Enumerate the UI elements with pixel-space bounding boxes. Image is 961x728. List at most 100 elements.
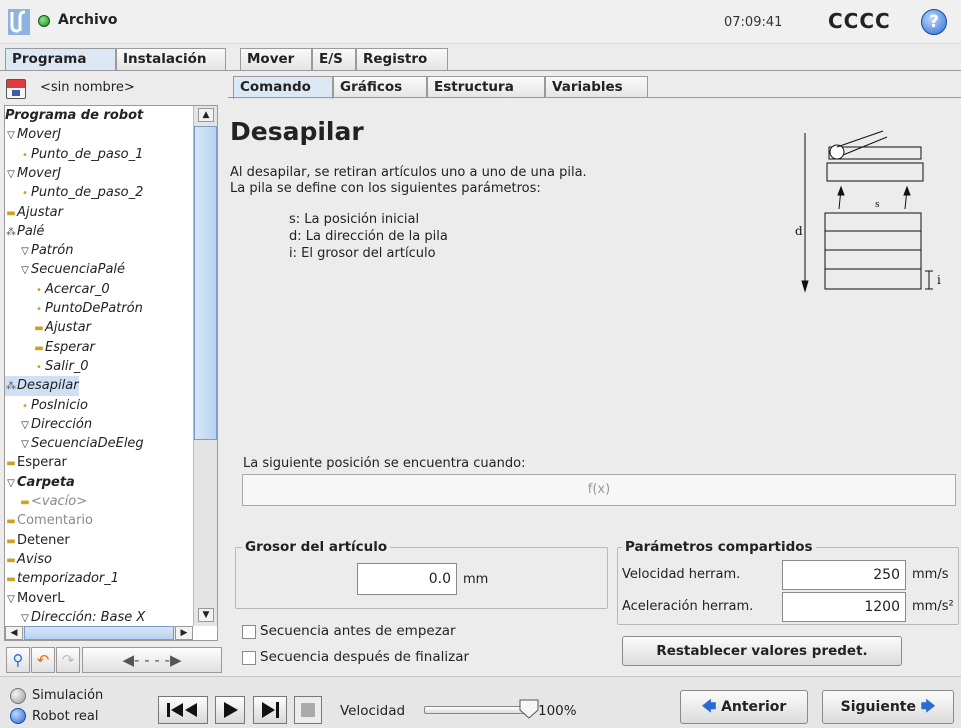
tree-node[interactable]: ▬Esperar	[33, 338, 95, 358]
tree-node[interactable]: • PuntoDePatrón	[33, 299, 143, 319]
simulation-radio[interactable]	[10, 688, 26, 704]
tab-variables[interactable]: Variables	[545, 76, 648, 98]
tree-node[interactable]: ▽ Carpeta	[5, 473, 75, 493]
file-menu[interactable]: Archivo	[58, 12, 118, 28]
sequence-after-label: Secuencia después de finalizar	[260, 649, 470, 665]
tree-node-icon: •	[36, 304, 42, 315]
accel-label: Aceleración herram.	[622, 599, 754, 614]
shared-params-title: Parámetros compartidos	[622, 539, 816, 555]
save-icon[interactable]	[6, 79, 26, 99]
sequence-after-checkbox[interactable]	[242, 651, 256, 665]
tab-mover[interactable]: Mover	[240, 48, 312, 70]
tree-node-icon: ▽	[21, 265, 29, 277]
next-position-label: La siguiente posición se encuentra cuand…	[243, 456, 526, 471]
tree-node[interactable]: ▬Ajustar	[5, 203, 63, 223]
tree-node-label: SecuenciaPalé	[31, 262, 126, 278]
tree-node-label: Esperar	[17, 455, 67, 471]
tab-es[interactable]: E/S	[312, 48, 356, 70]
move-node-icon[interactable]: ◀- - - -▶	[82, 647, 222, 673]
tree-node[interactable]: ⁂Palé	[5, 222, 44, 242]
tree-node-icon: ▬	[34, 342, 44, 354]
tree-node-icon: ▬	[6, 535, 16, 547]
help-button[interactable]: ?	[921, 9, 947, 35]
tree-node[interactable]: ⁂Desapilar	[5, 376, 79, 397]
tree-node[interactable]: ▬Ajustar	[33, 318, 91, 338]
scroll-right-icon[interactable]: ▶	[175, 626, 193, 640]
tree-node-icon: ▽	[7, 130, 15, 142]
stop-button[interactable]	[294, 696, 322, 724]
tree-node[interactable]: • Punto_de_paso_2	[19, 183, 143, 203]
accel-input[interactable]: 1200	[782, 592, 906, 622]
scroll-up-icon[interactable]: ▲	[198, 108, 214, 122]
speed-slider-label: Velocidad	[340, 703, 406, 719]
tree-node-icon: •	[22, 400, 28, 412]
stop-icon	[301, 703, 315, 717]
speed-slider-handle-icon[interactable]	[518, 698, 540, 720]
tab-registro[interactable]: Registro	[356, 48, 448, 70]
tree-node[interactable]: ▽ MoverL	[5, 589, 64, 609]
tree-node[interactable]: • PosInicio	[19, 396, 88, 416]
tab-instalacion[interactable]: Instalación	[116, 48, 226, 70]
tab-estructura[interactable]: Estructura	[427, 76, 545, 98]
tree-node[interactable]: • Acercar_0	[33, 280, 110, 300]
tree-node[interactable]: ▽ SecuenciaPalé	[19, 260, 125, 280]
description-line-1: Al desapilar, se retiran artículos uno a…	[230, 165, 587, 180]
previous-button[interactable]: 🡄 Anterior	[680, 690, 808, 724]
tree-node[interactable]: ▬<vacío>	[19, 492, 87, 512]
tree-scroll-thumb[interactable]	[194, 126, 217, 440]
tree-node[interactable]: ▽ MoverJ	[5, 125, 61, 145]
tab-graficos[interactable]: Gráficos	[333, 76, 427, 98]
scroll-left-icon[interactable]: ◀	[5, 626, 23, 640]
tree-node[interactable]: • Punto_de_paso_1	[19, 145, 143, 165]
tab-programa[interactable]: Programa	[5, 48, 116, 71]
redo-icon[interactable]: ↷	[56, 647, 80, 673]
reset-defaults-button[interactable]: Restablecer valores predet.	[622, 636, 902, 666]
search-icon[interactable]: ⚲	[6, 647, 30, 673]
tree-node-icon: ▬	[6, 516, 16, 528]
tree-node-label: Patrón	[31, 243, 74, 259]
param-d: d: La dirección de la pila	[289, 229, 448, 244]
tree-node[interactable]: ▬Comentario	[5, 511, 93, 531]
tree-node-icon: ▽	[21, 439, 29, 451]
tree-node-label: Ajustar	[17, 204, 63, 220]
step-button[interactable]	[253, 696, 287, 724]
rewind-button[interactable]	[158, 696, 208, 724]
tree-node[interactable]: ▬Aviso	[5, 550, 52, 570]
tree-node[interactable]: ▽ Patrón	[19, 241, 73, 261]
tree-node-label: Punto_de_paso_1	[31, 146, 144, 162]
tree-node[interactable]: ▬temporizador_1	[5, 569, 119, 589]
tab-comando[interactable]: Comando	[233, 76, 333, 99]
play-button[interactable]	[215, 696, 245, 724]
arrow-left-icon: 🡄	[701, 699, 717, 715]
thickness-input[interactable]: 0.0	[357, 563, 457, 595]
undo-icon[interactable]: ↶	[31, 647, 55, 673]
tree-node[interactable]: ▽ SecuenciaDeEleg	[19, 434, 144, 454]
tree-node[interactable]: Programa de robot	[5, 106, 143, 125]
tree-node-icon: ▽	[21, 612, 29, 624]
speed-input[interactable]: 250	[782, 560, 906, 590]
tree-node[interactable]: ▽ Dirección: Base X	[19, 608, 145, 626]
tree-node[interactable]: ▬Detener	[5, 531, 70, 551]
tree-node-icon: ▽	[7, 168, 15, 180]
program-tree[interactable]: Programa de robot ▽ MoverJ • Punto_de_paso_1…	[5, 106, 193, 626]
tree-node[interactable]: ▬Esperar	[5, 453, 67, 473]
tree-node[interactable]: ▽ MoverJ	[5, 164, 61, 184]
top-bar	[0, 0, 961, 44]
tree-node-label: PuntoDePatrón	[45, 301, 143, 316]
next-button[interactable]: Siguiente 🡆	[822, 690, 954, 724]
tree-node-icon: ▬	[34, 323, 44, 335]
program-name: <sin nombre>	[40, 80, 135, 95]
tree-node-label: Carpeta	[17, 474, 75, 490]
tree-node-label: Salir_0	[45, 358, 89, 374]
expression-field[interactable]: f(x)	[242, 474, 956, 506]
tree-node[interactable]: • Salir_0	[33, 357, 89, 377]
sequence-before-checkbox[interactable]	[242, 625, 256, 639]
tree-hscroll-thumb[interactable]	[24, 626, 174, 640]
tree-node[interactable]: ▽ Dirección	[19, 415, 92, 435]
tree-node-label: Detener	[17, 532, 70, 548]
scroll-down-icon[interactable]: ▼	[198, 608, 214, 622]
real-robot-radio[interactable]	[10, 708, 26, 724]
play-icon	[224, 702, 238, 718]
sequence-before-label: Secuencia antes de empezar	[260, 623, 456, 639]
tree-node-label: Aviso	[17, 551, 52, 567]
